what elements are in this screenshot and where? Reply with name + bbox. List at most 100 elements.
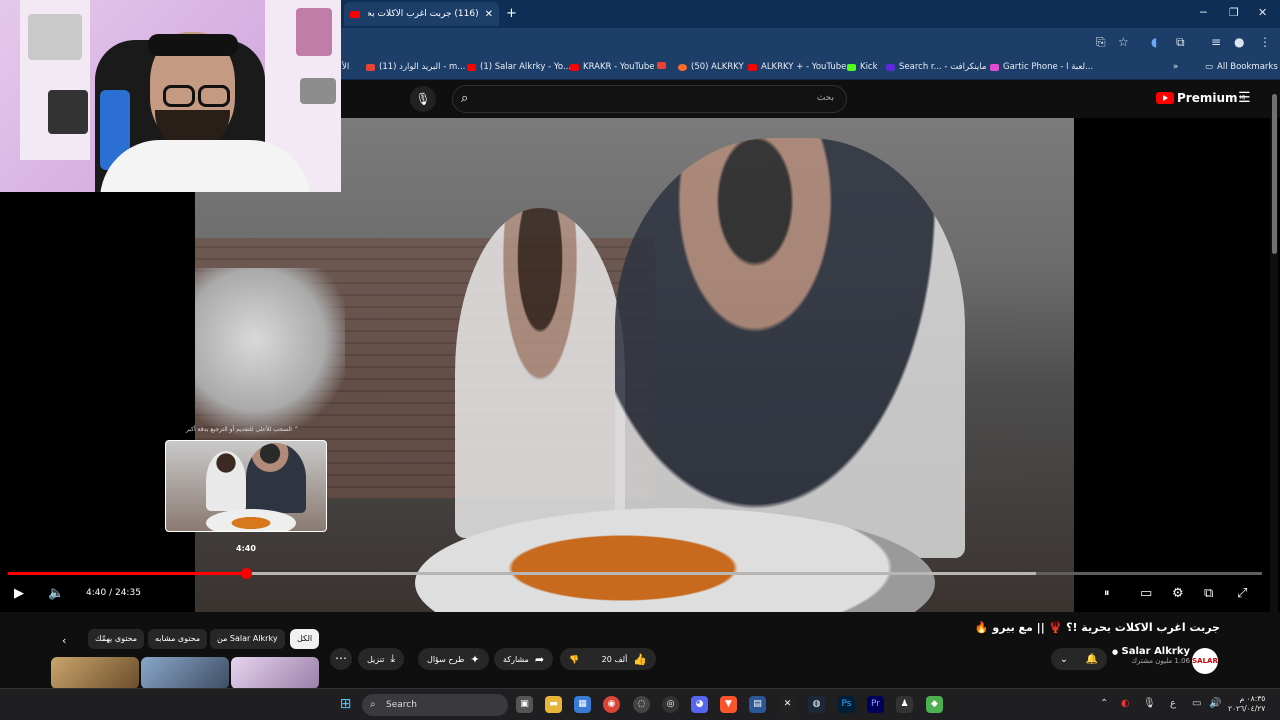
chip-for-you[interactable]: محتوى يهمّك <box>88 629 145 649</box>
taskbar-search[interactable]: ⌕ Search <box>362 694 508 716</box>
bookmark-item[interactable]: الأ <box>342 62 349 72</box>
related-thumbnail[interactable] <box>141 657 229 689</box>
bookmark-star-icon[interactable]: ☆ <box>1118 35 1129 49</box>
chips-chevron-left-icon[interactable]: ‹ <box>62 634 66 647</box>
ask-button[interactable]: طرح سؤال ✦ <box>418 648 489 670</box>
bookmark-item[interactable]: KRAKR - YouTube <box>570 62 654 72</box>
language-indicator[interactable]: ع <box>1170 698 1176 709</box>
dislike-icon[interactable]: 👎 <box>569 655 579 664</box>
youtube-favicon-icon <box>350 10 360 18</box>
minimize-icon[interactable]: ─ <box>1200 6 1207 19</box>
premiere-icon[interactable]: Pr <box>867 696 884 713</box>
channel-info[interactable]: ● Salar Alkrky 1.06 مليون مشترك <box>1112 646 1190 665</box>
player-letterbox-left <box>0 192 195 612</box>
chrome-icon[interactable]: ◉ <box>603 696 620 713</box>
share-button[interactable]: مشاركة ➦ <box>494 648 554 670</box>
media-controls-icon[interactable]: ≡ <box>1211 35 1221 49</box>
photoshop-icon[interactable]: Ps <box>838 696 855 713</box>
chip-from-channel[interactable]: من Salar Alkrky <box>210 629 285 649</box>
time-display: 4:40 / 24:35 <box>86 588 141 598</box>
grey-award <box>300 78 336 104</box>
app-icon[interactable]: ♟ <box>896 696 913 713</box>
more-actions-icon[interactable]: ⋯ <box>330 648 352 670</box>
related-thumbnail[interactable] <box>51 657 139 689</box>
scrollbar-thumb[interactable] <box>1272 94 1277 254</box>
miniplayer-icon[interactable]: ⧉ <box>1204 586 1213 601</box>
obs-icon[interactable]: ◎ <box>662 696 679 713</box>
bookmark-item[interactable]: Gartic Phone - لعبة ا... <box>990 62 1093 72</box>
network-icon[interactable]: ▭ <box>1192 698 1201 709</box>
capcut-icon[interactable]: ✕ <box>779 696 796 713</box>
extensions-icon[interactable]: ⧉ <box>1176 35 1185 50</box>
volume-icon[interactable]: 🔈 <box>48 586 64 601</box>
youtube-premium-logo[interactable]: Premium IQ <box>1156 91 1246 105</box>
play-icon[interactable]: ▶ <box>14 586 24 601</box>
task-view-icon[interactable]: ▣ <box>516 696 533 713</box>
chip-related[interactable]: محتوى مشابه <box>148 629 208 649</box>
player-letterbox-right <box>1074 118 1280 612</box>
fullscreen-icon[interactable]: ⤢ <box>1237 586 1247 601</box>
windows-start-icon[interactable]: ⊞ <box>337 696 354 713</box>
chip-all[interactable]: الكل <box>290 629 320 649</box>
new-tab-icon[interactable]: + <box>506 6 517 21</box>
app-icon[interactable]: ▤ <box>749 696 766 713</box>
share-icon: ➦ <box>534 652 545 666</box>
channel-avatar[interactable]: SALAR <box>1192 648 1218 674</box>
speaker-icon[interactable]: 🔊 <box>1209 698 1221 709</box>
restore-icon[interactable]: ❐ <box>1229 6 1239 19</box>
tray-overflow-icon[interactable]: ⌃ <box>1100 698 1108 709</box>
like-button[interactable]: 20 ألف 👍 <box>602 653 647 666</box>
progress-bar[interactable] <box>8 568 1262 579</box>
tab-title: (116) جربت اغرب الاكلات بحرية !؟ <box>368 9 479 19</box>
all-bookmarks[interactable]: ▭ All Bookmarks <box>1205 62 1278 72</box>
store-icon[interactable]: ▦ <box>574 696 591 713</box>
related-thumbnail[interactable] <box>231 657 319 689</box>
silver-plaque <box>28 14 82 60</box>
search-icon[interactable]: ⌕ <box>461 91 468 106</box>
gmail-icon <box>657 62 666 69</box>
profile-avatar-icon[interactable]: ● <box>1234 35 1244 49</box>
voice-search-icon[interactable]: 🎙 <box>410 86 436 112</box>
subscribed-bell-button[interactable]: ⌄ 🔔 <box>1051 648 1107 670</box>
tab-close-icon[interactable]: ✕ <box>485 9 493 20</box>
folder-icon: ▭ <box>1205 62 1214 72</box>
browser-menu-icon[interactable]: ⋮ <box>1259 35 1271 49</box>
download-icon: ⤓ <box>390 652 396 665</box>
file-explorer-icon[interactable]: ▬ <box>545 696 562 713</box>
chevron-up-icon: ⌃ <box>293 426 299 433</box>
bookmark-item[interactable]: (50) ALKRKY <box>678 62 744 72</box>
hamburger-menu-icon[interactable]: ☰ <box>1238 90 1251 106</box>
brave-icon[interactable]: ▼ <box>720 696 737 713</box>
media-icon[interactable]: ◖ <box>1151 35 1157 49</box>
discord-icon[interactable]: ◕ <box>691 696 708 713</box>
bookmark-item[interactable]: Kick <box>847 62 878 72</box>
bookmark-item[interactable]: (1) Salar Alkrky - Yo... <box>467 62 571 72</box>
microphone-icon[interactable]: 🎙 <box>1143 698 1156 709</box>
taskbar-clock[interactable]: ٠٨:٣٥ م ٢٠٢٦/٠٤/٢٧ <box>1228 694 1265 714</box>
settings-gear-icon[interactable]: ⚙ <box>1172 586 1184 601</box>
install-app-icon[interactable]: ⎘ <box>1096 35 1106 50</box>
youtube-logo-icon <box>1156 92 1174 104</box>
youtube-icon <box>570 63 579 71</box>
like-icon: 👍 <box>633 652 647 666</box>
headband <box>148 34 238 56</box>
progress-played <box>8 572 247 575</box>
bookmark-item[interactable]: ALKRKY + - YouTube <box>748 62 846 72</box>
subtitles-icon[interactable]: ▭ <box>1140 586 1152 601</box>
tray-app-icon[interactable]: ◐ <box>1121 698 1130 709</box>
window-close-icon[interactable]: ✕ <box>1258 6 1267 19</box>
youtube-icon <box>467 63 476 71</box>
download-button[interactable]: تنزيل ⤓ <box>358 648 405 670</box>
bookmark-item[interactable]: (11) البريد الوارد - m... <box>366 62 465 72</box>
autoplay-toggle-icon[interactable]: ⏸ <box>1104 586 1110 600</box>
bookmark-item[interactable] <box>657 62 670 69</box>
browser-tab-active[interactable]: (116) جربت اغرب الاكلات بحرية !؟ ✕ <box>344 2 499 26</box>
app-icon[interactable]: ◌ <box>633 696 650 713</box>
video-frame[interactable] <box>195 118 1074 612</box>
steam-icon[interactable]: ◍ <box>808 696 825 713</box>
bookmark-item[interactable]: Search r... - ماينكرافت <box>886 62 986 72</box>
search-input[interactable]: ⌕ بحث <box>452 85 847 113</box>
minecraft-icon[interactable]: ◆ <box>926 696 943 713</box>
page-scrollbar[interactable] <box>1270 84 1278 688</box>
bookmarks-overflow-icon[interactable]: » <box>1173 62 1178 72</box>
